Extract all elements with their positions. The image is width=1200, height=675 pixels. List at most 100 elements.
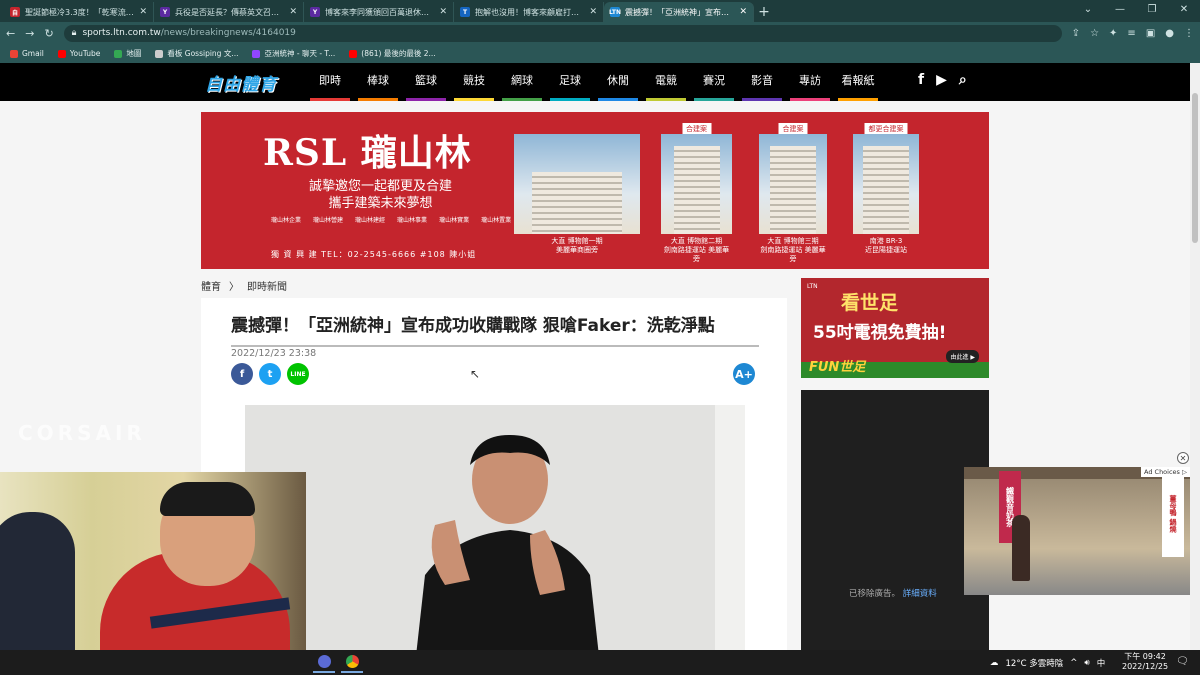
- scroll-thumb[interactable]: [1192, 93, 1198, 243]
- ad-headline: 看世足: [841, 292, 899, 314]
- new-tab-button[interactable]: +: [754, 2, 774, 22]
- url-host: sports.ltn.com.tw: [82, 28, 161, 38]
- banner-partner: 瓏山林企業: [271, 217, 302, 224]
- site-menu-item[interactable]: 網球: [498, 63, 546, 101]
- project-building-image: [514, 134, 640, 234]
- taskbar-app-icon[interactable]: [313, 652, 335, 673]
- extensions-icon[interactable]: ✦: [1109, 28, 1117, 39]
- share-twitter-icon[interactable]: t: [259, 363, 281, 385]
- weather-text[interactable]: 12°C 多雲時陰: [1006, 657, 1064, 669]
- font-size-button[interactable]: A+: [733, 363, 755, 385]
- breadcrumb-current[interactable]: 即時新聞: [247, 278, 287, 293]
- site-menu-item[interactable]: 看報紙: [834, 63, 882, 101]
- tab-search-icon[interactable]: ⌄: [1072, 0, 1104, 22]
- volume-icon[interactable]: 🔊︎: [1084, 658, 1089, 668]
- forward-icon[interactable]: →: [25, 27, 34, 40]
- banner-partner: 瓏山林置業: [481, 217, 512, 224]
- site-menu-item[interactable]: 賽況: [690, 63, 738, 101]
- adchoices-button[interactable]: Ad Choices ▷: [1141, 467, 1190, 477]
- share-icon[interactable]: ⇪: [1072, 28, 1080, 39]
- browser-tab-3[interactable]: T 抱解也沒用！博客來顧雇打錄20 ✕: [454, 2, 604, 22]
- site-menu-item[interactable]: 專訪: [786, 63, 834, 101]
- notification-icon[interactable]: 🗨︎: [1176, 656, 1189, 667]
- tab-close-icon[interactable]: ✕: [739, 7, 747, 17]
- bookmark-star-icon[interactable]: ☆: [1090, 28, 1099, 39]
- watermark-logo: CORSAIR: [18, 421, 146, 445]
- restore-button[interactable]: ❐: [1136, 0, 1168, 22]
- profile-icon[interactable]: ●: [1165, 28, 1174, 39]
- weather-icon[interactable]: ☁: [990, 658, 999, 668]
- ad-enter-button[interactable]: 由此進 ▶: [946, 350, 979, 363]
- webcam-person-left: [0, 512, 75, 650]
- browser-tab-1[interactable]: Y 兵役是否延長？傳蔡英文召開國家 ✕: [154, 2, 304, 22]
- youtube-icon[interactable]: ▶: [936, 72, 947, 88]
- bookmark-favicon-icon: [57, 49, 66, 58]
- share-facebook-icon[interactable]: f: [231, 363, 253, 385]
- tab-close-icon[interactable]: ✕: [589, 7, 597, 17]
- system-tray: ☁ 12°C 多雲時陰 ^ 🔊︎ 中: [990, 650, 1105, 675]
- bookmark-item[interactable]: Gmail: [10, 49, 44, 58]
- banner-brand: RSL 瓏山林: [263, 132, 472, 174]
- banner-project: 合建案 大直 博物館三期 劍南路捷運站 美麗華旁: [759, 123, 827, 263]
- page-scrollbar[interactable]: [1190, 63, 1200, 650]
- back-icon[interactable]: ←: [6, 27, 15, 40]
- tab-favicon-icon: T: [460, 7, 470, 17]
- tab-close-icon[interactable]: ✕: [289, 7, 297, 17]
- tab-label: 震撼彈！「亞洲統神」宣布成功: [625, 7, 735, 17]
- browser-tab-0[interactable]: 自 聖誕節極冷3.3度！「乾寒流」明 ✕: [4, 2, 154, 22]
- site-menu-item[interactable]: 即時: [306, 63, 354, 101]
- taskbar-chrome-icon[interactable]: [341, 652, 363, 673]
- window-controls: ⌄ — ❐ ✕: [1072, 0, 1200, 22]
- reload-icon[interactable]: ↻: [44, 27, 53, 40]
- banner-partner: 瓏山林事業: [397, 217, 428, 224]
- tab-favicon-icon: 自: [10, 7, 20, 17]
- site-menu-item[interactable]: 籃球: [402, 63, 450, 101]
- tab-favicon-icon: Y: [310, 7, 320, 17]
- taskbar-clock[interactable]: 下午 09:42 2022/12/25: [1122, 652, 1168, 672]
- sidepanel-icon[interactable]: ▣: [1146, 28, 1155, 39]
- facebook-icon[interactable]: f: [918, 72, 924, 88]
- breadcrumb-root[interactable]: 體育: [201, 278, 221, 293]
- bookmark-item[interactable]: 亞洲統神 - 聊天 - T...: [252, 48, 335, 59]
- close-video-ad-icon[interactable]: ✕: [1177, 452, 1189, 464]
- article-photo[interactable]: [245, 405, 745, 650]
- ime-indicator[interactable]: 中: [1097, 657, 1106, 669]
- site-menu-item[interactable]: 電競: [642, 63, 690, 101]
- video-ad-sign-right: 薑母鴨 鍋燒: [1162, 471, 1184, 557]
- tab-label: 兵役是否延長？傳蔡英文召開國家: [175, 7, 285, 17]
- share-line-icon[interactable]: LINE: [287, 363, 309, 385]
- browser-tab-4[interactable]: LTN 震撼彈！「亞洲統神」宣布成功 ✕: [604, 2, 754, 22]
- bookmarks-bar: Gmail YouTube 地圖 看板 Gossiping 文... 亞洲統神 - 聊天…: [0, 44, 1200, 63]
- site-menu-item[interactable]: 足球: [546, 63, 594, 101]
- site-menu-item[interactable]: 競技: [450, 63, 498, 101]
- browser-tab-2[interactable]: Y 博客來李同獲頒回百萬退休金 網 ✕: [304, 2, 454, 22]
- windows-taskbar: ☁ 12°C 多雲時陰 ^ 🔊︎ 中 下午 09:42 2022/12/25 🗨…: [0, 650, 1200, 675]
- site-menu-item[interactable]: 休閒: [594, 63, 642, 101]
- bookmark-item[interactable]: (861) 最後的最後 2...: [349, 48, 436, 59]
- bookmark-item[interactable]: 看板 Gossiping 文...: [155, 48, 238, 59]
- url-input[interactable]: 🔒︎ sports.ltn.com.tw/news/breakingnews/4…: [63, 24, 1062, 42]
- minimize-button[interactable]: —: [1104, 0, 1136, 22]
- bookmark-item[interactable]: YouTube: [57, 49, 100, 58]
- bookmark-favicon-icon: [10, 49, 18, 58]
- banner-tel: 獨 資 興 建 TEL：02-2545-6666 #108 陳小姐: [271, 250, 477, 259]
- tab-close-icon[interactable]: ✕: [439, 7, 447, 17]
- tab-close-icon[interactable]: ✕: [139, 7, 147, 17]
- site-logo[interactable]: 自由體育: [205, 70, 277, 95]
- bookmark-item[interactable]: 地圖: [114, 48, 141, 59]
- ad-details-link[interactable]: 詳細資料: [903, 589, 937, 599]
- close-window-button[interactable]: ✕: [1168, 0, 1200, 22]
- address-toolbar: ← → ↻ 🔒︎ sports.ltn.com.tw/news/breaking…: [0, 22, 1200, 44]
- site-menu-item[interactable]: 棒球: [354, 63, 402, 101]
- search-icon[interactable]: ⌕: [959, 72, 967, 88]
- reading-list-icon[interactable]: ≡: [1127, 28, 1135, 39]
- top-banner-ad[interactable]: RSL 瓏山林 誠摯邀您一起都更及合建 攜手建築未來夢想 瓏山林企業 瓏山林營建瓏…: [201, 112, 989, 269]
- site-menu-item[interactable]: 影音: [738, 63, 786, 101]
- tray-chevron-icon[interactable]: ^: [1070, 658, 1077, 668]
- sidebar-worldcup-ad[interactable]: LTN 看世足 55吋電視免費抽! FUN世足 由此進 ▶: [801, 278, 989, 378]
- floating-video-ad[interactable]: 鐵觀音奶茶 薑母鴨 鍋燒 Ad Choices ▷: [964, 467, 1190, 595]
- site-nav: 自由體育 即時 棒球 籃球 競技 網球 足球 休閒 電競 賽況 影音 專訪 看報紙 f ▶ ⌕: [0, 63, 1190, 101]
- menu-icon[interactable]: ⋮: [1184, 28, 1194, 39]
- bookmark-favicon-icon: [155, 49, 164, 58]
- url-path: /news/breakingnews/4164019: [160, 28, 296, 38]
